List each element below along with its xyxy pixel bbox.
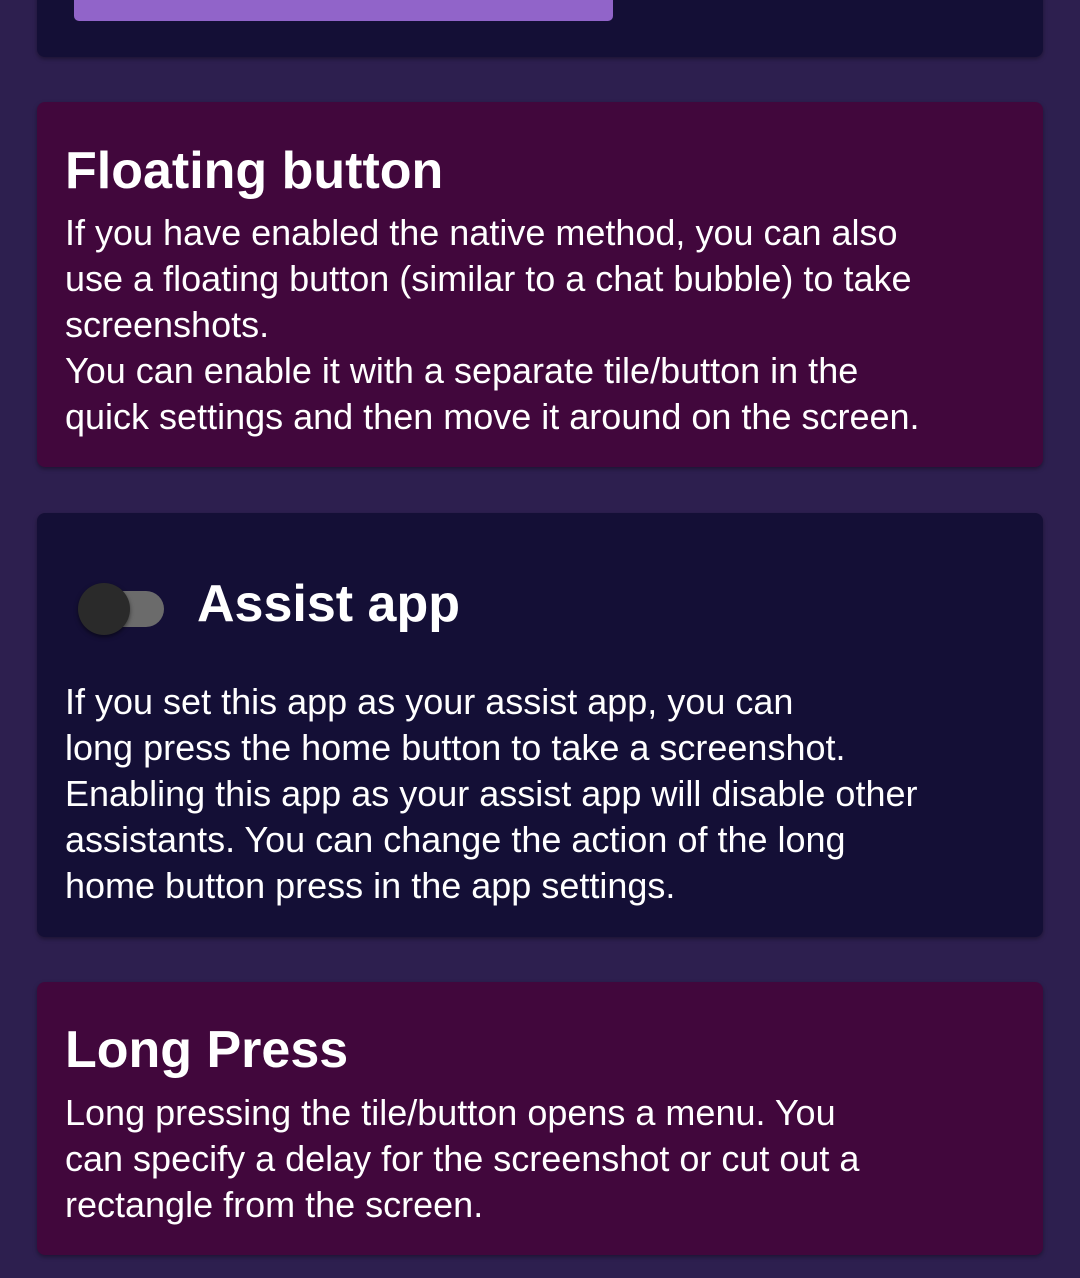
description-line: rectangle from the screen. — [65, 1184, 484, 1225]
description-line: screenshots. — [65, 304, 270, 345]
description-line: You can enable it with a separate tile/b… — [65, 350, 859, 391]
description-line: home button press in the app settings. — [65, 865, 676, 906]
description-line: If you set this app as your assist app, … — [65, 681, 794, 722]
assist-app-description: If you set this app as your assist app, … — [65, 679, 1025, 909]
previous-card — [37, 0, 1043, 57]
description-line: Enabling this app as your assist app wil… — [65, 773, 918, 814]
floating-button-card: Floating button If you have enabled the … — [37, 102, 1043, 467]
long-press-card: Long Press Long pressing the tile/button… — [37, 982, 1043, 1255]
previous-card-button[interactable] — [74, 0, 613, 21]
description-line: Long pressing the tile/button opens a me… — [65, 1092, 836, 1133]
long-press-title: Long Press — [65, 1021, 349, 1079]
assist-app-toggle[interactable] — [78, 581, 170, 637]
floating-button-title: Floating button — [65, 142, 444, 200]
description-line: use a floating button (similar to a chat… — [65, 258, 912, 299]
description-line: quick settings and then move it around o… — [65, 396, 920, 437]
assist-app-card: Assist app If you set this app as your a… — [37, 513, 1043, 937]
description-line: long press the home button to take a scr… — [65, 727, 846, 768]
description-line: If you have enabled the native method, y… — [65, 212, 898, 253]
toggle-thumb — [78, 583, 130, 635]
description-line: can specify a delay for the screenshot o… — [65, 1138, 860, 1179]
assist-app-title: Assist app — [197, 575, 460, 633]
long-press-description: Long pressing the tile/button opens a me… — [65, 1090, 1025, 1228]
description-line: assistants. You can change the action of… — [65, 819, 846, 860]
floating-button-description: If you have enabled the native method, y… — [65, 210, 1025, 440]
